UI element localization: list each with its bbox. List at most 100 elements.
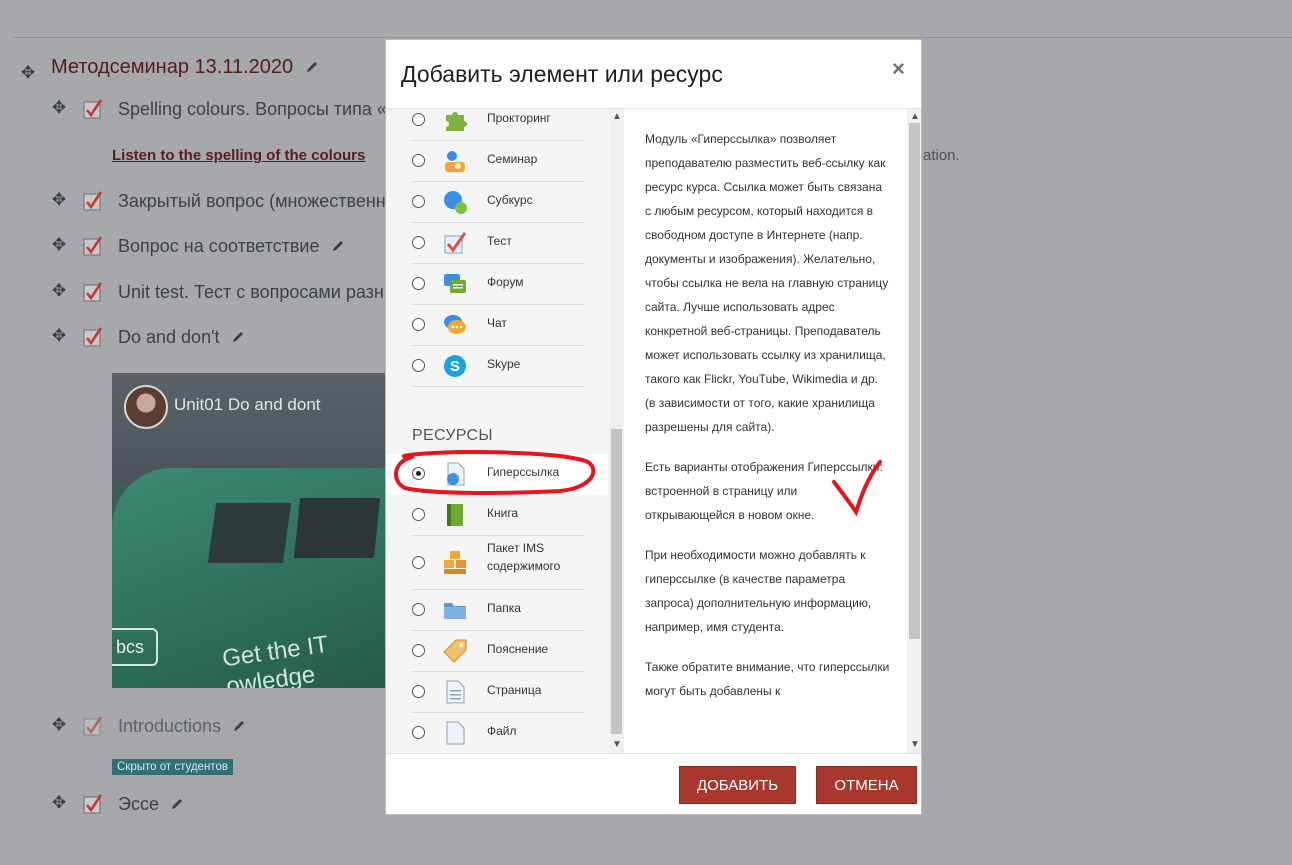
url-icon	[447, 462, 465, 486]
activity-quiz-matching[interactable]: Вопрос на соответствие	[118, 236, 345, 257]
option-label: Пакет IMS содержимого	[487, 539, 560, 575]
section-title-text: Методсеминар 13.11.2020	[51, 56, 294, 78]
edit-pencil-icon[interactable]	[305, 60, 319, 74]
option-file[interactable]: Файл	[386, 713, 608, 753]
modal-body: Прокторинг Семинар Субкурс Тест Форум Ча…	[386, 109, 921, 753]
option-radio[interactable]	[412, 318, 425, 331]
edit-pencil-icon[interactable]	[331, 239, 345, 253]
option-radio[interactable]	[412, 277, 425, 290]
move-icon[interactable]: ✥	[51, 236, 67, 253]
label-icon	[443, 639, 467, 663]
option-subcourse[interactable]: Субкурс	[386, 182, 608, 223]
option-skype[interactable]: S Skype	[386, 346, 608, 387]
scroll-down-icon[interactable]: ▼	[612, 740, 622, 750]
option-label: Субкурс	[487, 193, 533, 207]
description-paragraph: Есть варианты отображения Гиперссылки: в…	[645, 460, 883, 522]
option-label: Прокторинг	[487, 111, 551, 125]
description-trailing-text: ation.	[923, 147, 960, 164]
move-icon[interactable]: ✥	[51, 282, 67, 299]
option-label: Файл	[487, 724, 517, 738]
bcs-logo: bcs	[112, 628, 158, 666]
add-activity-modal: Добавить элемент или ресурс × Прокторинг…	[385, 39, 922, 815]
scroll-down-icon[interactable]: ▼	[910, 740, 920, 750]
activity-quiz-multichoice[interactable]: Закрытый вопрос (множественн	[118, 191, 386, 212]
move-icon[interactable]: ✥	[51, 99, 67, 116]
option-radio[interactable]	[412, 508, 425, 521]
video-player[interactable]: Unit01 Do and dont bcs Get the IT owledge	[112, 373, 386, 688]
quiz-icon	[83, 794, 103, 814]
description-paragraph: Модуль «Гиперссылка» позволяет преподава…	[645, 132, 889, 434]
option-chat[interactable]: Чат	[386, 305, 608, 346]
options-scrollbar[interactable]: ▲ ▼	[609, 109, 624, 753]
modal-title: Добавить элемент или ресурс	[401, 61, 723, 87]
workshop-icon	[445, 151, 465, 172]
scrollbar-thumb[interactable]	[909, 123, 920, 639]
move-icon[interactable]: ✥	[51, 191, 67, 208]
resources-header: РЕСУРСЫ	[412, 427, 493, 444]
option-radio[interactable]	[412, 154, 425, 167]
option-label: Страница	[487, 683, 542, 697]
activity-unit-test[interactable]: Unit test. Тест с вопросами разн	[118, 282, 384, 303]
description-paragraph: Также обратите внимание, что гиперссылки…	[645, 660, 890, 698]
option-ims-package[interactable]: Пакет IMS содержимого	[386, 536, 608, 590]
edit-pencil-icon[interactable]	[232, 719, 246, 733]
option-book[interactable]: Книга	[386, 495, 608, 536]
book-icon	[447, 504, 463, 526]
add-button[interactable]: ДОБАВИТЬ	[679, 766, 796, 804]
scrollbar-thumb[interactable]	[611, 429, 622, 734]
option-radio[interactable]	[412, 195, 425, 208]
option-url[interactable]: Гиперссылка	[386, 454, 608, 495]
video-window	[207, 503, 292, 563]
option-radio-selected[interactable]	[412, 467, 425, 480]
skype-icon: S	[444, 355, 466, 377]
option-forum[interactable]: Форум	[386, 264, 608, 305]
channel-avatar[interactable]	[124, 385, 168, 429]
scroll-up-icon[interactable]: ▲	[910, 112, 920, 122]
move-icon[interactable]: ✥	[51, 794, 67, 811]
quiz-icon	[83, 236, 103, 256]
option-proctoring[interactable]: Прокторинг	[386, 109, 608, 141]
activity-essay[interactable]: Эссе	[118, 794, 184, 815]
activity-introductions[interactable]: Introductions	[118, 716, 246, 737]
move-icon[interactable]: ✥	[20, 64, 36, 81]
quiz-icon	[83, 327, 103, 347]
description-scrollbar[interactable]: ▲ ▼	[907, 109, 921, 753]
forum-icon	[444, 274, 466, 293]
option-page[interactable]: Страница	[386, 672, 608, 713]
option-radio[interactable]	[412, 726, 425, 739]
option-label: Пояснение	[487, 642, 549, 656]
option-workshop[interactable]: Семинар	[386, 141, 608, 182]
option-radio[interactable]	[412, 644, 425, 657]
video-title[interactable]: Unit01 Do and dont	[174, 395, 321, 415]
option-label: Семинар	[487, 152, 538, 166]
cancel-button[interactable]: ОТМЕНА	[816, 766, 917, 804]
spelling-link[interactable]: Listen to the spelling of the colours	[112, 147, 365, 164]
folder-icon	[444, 603, 466, 619]
description-paragraph: При необходимости можно добавлять к гипе…	[645, 548, 872, 634]
module-chooser-list: Прокторинг Семинар Субкурс Тест Форум Ча…	[386, 109, 611, 753]
option-radio[interactable]	[412, 556, 425, 569]
subcourse-icon	[444, 191, 467, 214]
edit-pencil-icon[interactable]	[170, 797, 184, 811]
quiz-icon	[444, 232, 467, 254]
activity-quiz-spelling[interactable]: Spelling colours. Вопросы типа «	[118, 99, 387, 120]
option-radio[interactable]	[412, 113, 425, 126]
move-icon[interactable]: ✥	[51, 327, 67, 344]
option-radio[interactable]	[412, 603, 425, 616]
modal-header: Добавить элемент или ресурс ×	[386, 40, 921, 109]
option-radio[interactable]	[412, 685, 425, 698]
ims-package-icon	[444, 551, 466, 574]
option-label: Чат	[487, 316, 507, 330]
option-quiz[interactable]: Тест	[386, 223, 608, 264]
modal-footer: ДОБАВИТЬ ОТМЕНА	[386, 753, 921, 815]
option-radio[interactable]	[412, 236, 425, 249]
option-label-resource[interactable]: Пояснение	[386, 631, 608, 672]
option-radio[interactable]	[412, 359, 425, 372]
option-label: Тест	[487, 234, 512, 248]
activity-do-and-dont[interactable]: Do and don't	[118, 327, 245, 348]
close-icon[interactable]: ×	[892, 56, 905, 82]
move-icon[interactable]: ✥	[51, 716, 67, 733]
scroll-up-icon[interactable]: ▲	[612, 112, 622, 122]
edit-pencil-icon[interactable]	[231, 330, 245, 344]
option-folder[interactable]: Папка	[386, 590, 608, 631]
